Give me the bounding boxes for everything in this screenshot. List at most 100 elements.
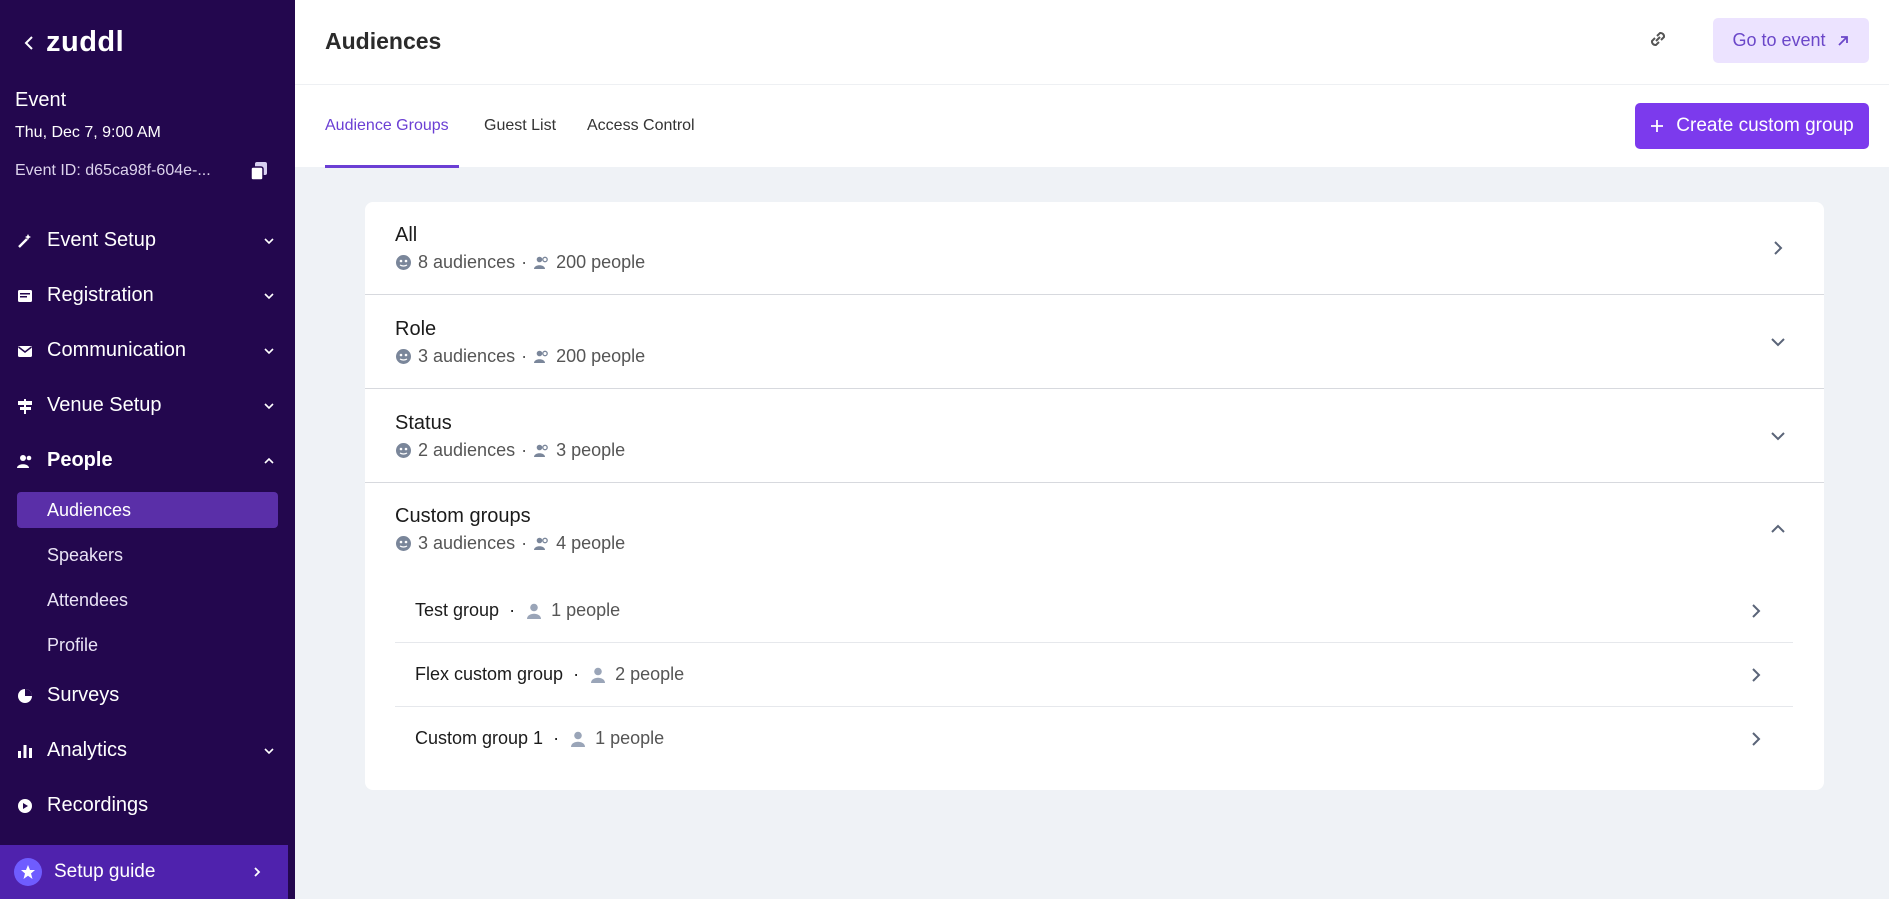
- sidebar-subitem-speakers[interactable]: Speakers: [0, 533, 295, 578]
- people-count: 1 people: [595, 728, 665, 748]
- sidebar-item-label: Surveys: [47, 684, 120, 706]
- custom-group-people: 2 people: [589, 664, 684, 685]
- tab-access-control[interactable]: Access Control: [587, 117, 695, 135]
- tab-guest-list[interactable]: Guest List: [484, 117, 556, 135]
- chevron-down-icon[interactable]: [1770, 428, 1786, 444]
- sidebar-item-event-setup[interactable]: Event Setup: [0, 213, 295, 268]
- create-custom-group-button[interactable]: Create custom group: [1635, 103, 1869, 149]
- separator-dot: ·: [521, 252, 528, 272]
- people-count: 3 people: [556, 440, 626, 460]
- group-title: Status: [395, 412, 452, 434]
- go-to-event-label: Go to event: [1732, 30, 1826, 50]
- chevron-right-icon: [254, 867, 261, 877]
- chevron-down-icon: [264, 348, 274, 355]
- person-icon: [571, 731, 586, 747]
- chevron-right-icon[interactable]: [1749, 732, 1763, 746]
- chevron-up-icon: [264, 457, 274, 464]
- pie-icon: [16, 687, 34, 705]
- group-meta: 2 audiences · 3 people: [395, 440, 625, 461]
- page-header: Audiences Go to event: [295, 0, 1889, 84]
- chevron-right-icon[interactable]: [1770, 240, 1786, 256]
- separator-dot: ·: [553, 728, 560, 748]
- sidebar-item-recordings[interactable]: Recordings: [0, 778, 295, 833]
- audience-count: 3 audiences: [418, 346, 516, 366]
- plus-icon: [1651, 120, 1664, 132]
- sidebar-subitem-profile[interactable]: Profile: [0, 623, 295, 668]
- people-icon: [534, 537, 548, 550]
- separator-dot: ·: [521, 346, 528, 366]
- custom-group-row[interactable]: Test group · 1 people: [395, 579, 1793, 643]
- audience-count: 8 audiences: [418, 252, 516, 272]
- group-row-status[interactable]: Status 2 audiences · 3 people: [365, 389, 1824, 483]
- custom-group-people: 1 people: [525, 600, 620, 621]
- separator-dot: ·: [573, 664, 580, 684]
- group-meta: 8 audiences · 200 people: [395, 252, 645, 273]
- sidebar-subitem-attendees[interactable]: Attendees: [0, 578, 295, 623]
- audience-icon: [396, 536, 411, 551]
- bar-chart-icon: [16, 742, 34, 760]
- audience-icon: [396, 255, 411, 270]
- create-custom-group-label: Create custom group: [1676, 115, 1854, 136]
- sidebar-item-label: Communication: [47, 339, 186, 361]
- chevron-right-icon[interactable]: [1749, 668, 1763, 682]
- chevron-down-icon: [264, 748, 274, 755]
- form-icon: [16, 287, 34, 305]
- custom-group-row[interactable]: Custom group 1 · 1 people: [395, 707, 1793, 771]
- sidebar-nav: Event Setup Registration Communication V…: [0, 213, 295, 833]
- people-count: 2 people: [615, 664, 685, 684]
- sidebar-item-label: Event Setup: [47, 229, 156, 251]
- sidebar-item-communication[interactable]: Communication: [0, 323, 295, 378]
- separator-dot: ·: [521, 533, 528, 553]
- setup-guide-label: Setup guide: [54, 861, 156, 882]
- group-meta: 3 audiences · 4 people: [395, 533, 625, 554]
- audience-count: 2 audiences: [418, 440, 516, 460]
- event-date: Thu, Dec 7, 9:00 AM: [15, 124, 161, 141]
- sidebar-item-label: Venue Setup: [47, 394, 162, 416]
- chevron-down-icon: [264, 403, 274, 410]
- people-icon: [534, 256, 548, 269]
- sidebar-item-surveys[interactable]: Surveys: [0, 668, 295, 723]
- arrow-up-right-icon: [1837, 35, 1848, 46]
- people-count: 200 people: [556, 346, 646, 366]
- custom-group-people: 1 people: [569, 728, 664, 749]
- logo-row[interactable]: zuddl: [22, 26, 124, 59]
- event-id: Event ID: d65ca98f-604e-...: [15, 162, 211, 179]
- go-to-event-button[interactable]: Go to event: [1713, 18, 1869, 63]
- audience-count: 3 audiences: [418, 533, 516, 553]
- chevron-up-icon[interactable]: [1770, 521, 1786, 537]
- custom-group-row[interactable]: Flex custom group · 2 people: [395, 643, 1793, 707]
- sidebar-subitem-audiences[interactable]: Audiences: [17, 492, 278, 528]
- group-row-role[interactable]: Role 3 audiences · 200 people: [365, 295, 1824, 389]
- sidebar-item-people[interactable]: People: [0, 433, 295, 488]
- sidebar-item-analytics[interactable]: Analytics: [0, 723, 295, 778]
- chevron-down-icon[interactable]: [1770, 334, 1786, 350]
- group-row-all[interactable]: All 8 audiences · 200 people: [365, 202, 1824, 295]
- chevron-right-icon[interactable]: [1749, 604, 1763, 618]
- people-count: 4 people: [556, 533, 626, 553]
- sidebar-item-label: Recordings: [47, 794, 149, 816]
- audience-icon: [396, 443, 411, 458]
- chevron-down-icon: [264, 293, 274, 300]
- person-icon: [591, 667, 606, 683]
- custom-group-name: Flex custom group: [415, 664, 564, 684]
- sidebar: zuddl Event Thu, Dec 7, 9:00 AM Event ID…: [0, 0, 295, 899]
- person-icon: [527, 603, 542, 619]
- custom-group-info: Test group · 1 people: [415, 600, 620, 621]
- copy-icon[interactable]: [248, 160, 270, 182]
- group-title: Role: [395, 318, 437, 340]
- group-meta: 3 audiences · 200 people: [395, 346, 645, 367]
- sidebar-item-label: Registration: [47, 284, 154, 306]
- sidebar-item-label: People: [47, 449, 113, 471]
- active-tab-indicator: [325, 165, 459, 168]
- sidebar-item-registration[interactable]: Registration: [0, 268, 295, 323]
- back-arrow-icon[interactable]: [22, 35, 36, 50]
- star-icon: [14, 858, 42, 886]
- sidebar-item-label: Analytics: [47, 739, 128, 761]
- link-icon[interactable]: [1645, 26, 1671, 52]
- sidebar-item-venue-setup[interactable]: Venue Setup: [0, 378, 295, 433]
- people-count: 1 people: [551, 600, 621, 620]
- setup-guide-button[interactable]: Setup guide: [0, 845, 288, 899]
- chevron-down-icon: [264, 238, 274, 245]
- tab-audience-groups[interactable]: Audience Groups: [325, 117, 449, 135]
- signpost-icon: [16, 397, 34, 415]
